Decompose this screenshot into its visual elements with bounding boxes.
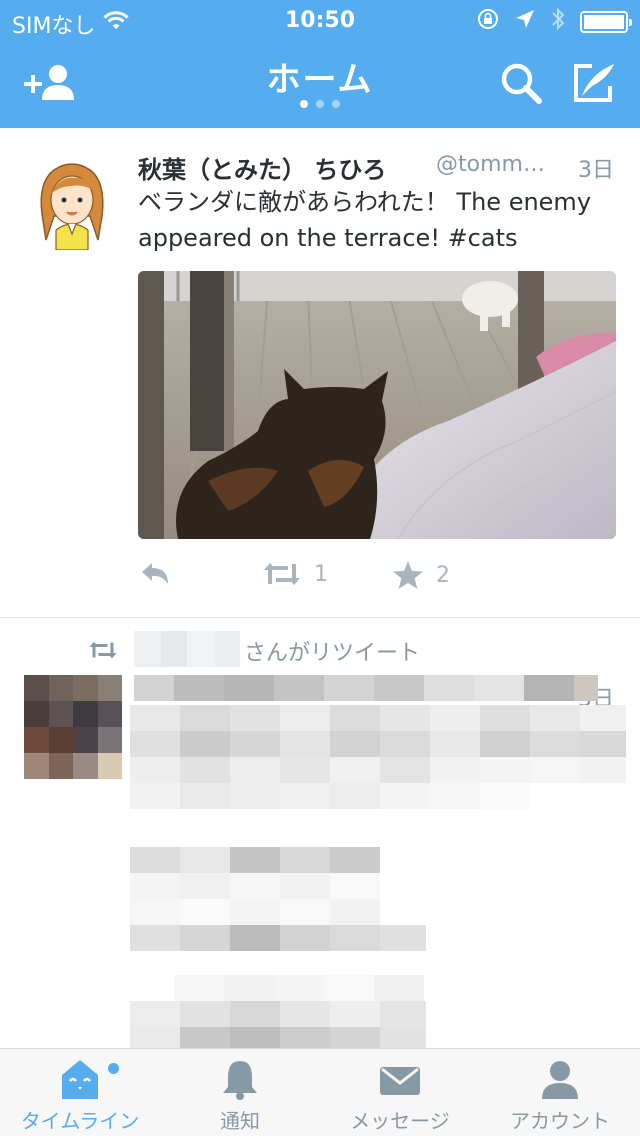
retweet-button[interactable]: 1 bbox=[262, 560, 328, 588]
retweet-icon bbox=[264, 563, 300, 585]
tab-label: 通知 bbox=[220, 1109, 260, 1133]
tweet-item[interactable]: 秋葉（とみた） ちひろ @tomm… 3日 ベランダに敵があらわれた！ The … bbox=[0, 128, 640, 618]
star-icon bbox=[393, 561, 423, 589]
battery-icon bbox=[580, 11, 632, 33]
bell-icon bbox=[160, 1057, 320, 1101]
tweet-actions: 1 2 bbox=[138, 560, 618, 600]
tab-messages[interactable]: メッセージ bbox=[320, 1049, 480, 1136]
app-header: SIMなし 10:50 ホーム bbox=[0, 0, 640, 128]
tab-bar: タイムライン 通知 メッセージ アカウント bbox=[0, 1048, 640, 1136]
status-right bbox=[476, 6, 632, 38]
envelope-icon bbox=[320, 1057, 480, 1101]
tweet-photo[interactable] bbox=[138, 271, 616, 539]
unread-badge bbox=[108, 1063, 119, 1074]
page-dot bbox=[316, 100, 324, 108]
tab-label: アカウント bbox=[510, 1109, 610, 1133]
tweet-item[interactable]: さんがリツイート 3日 bbox=[0, 619, 640, 1049]
tab-notifications[interactable]: 通知 bbox=[160, 1049, 320, 1136]
location-icon bbox=[514, 8, 536, 36]
page-dot bbox=[332, 100, 340, 108]
tab-label: タイムライン bbox=[20, 1109, 140, 1133]
status-bar: SIMなし 10:50 bbox=[0, 0, 640, 40]
retweet-label: さんがリツイート bbox=[244, 641, 421, 666]
avatar[interactable] bbox=[24, 154, 120, 251]
retweet-indicator-icon bbox=[88, 639, 118, 665]
tweet-author-handle[interactable]: @tomm… bbox=[436, 152, 560, 177]
person-icon bbox=[480, 1057, 640, 1101]
favorite-count: 2 bbox=[436, 562, 450, 588]
search-icon bbox=[501, 63, 542, 104]
retweet-count: 1 bbox=[314, 561, 328, 587]
tweet-text: ベランダに敵があらわれた！ The enemy appeared on the … bbox=[138, 188, 592, 252]
avatar-redacted[interactable] bbox=[24, 675, 122, 779]
tab-label: メッセージ bbox=[350, 1109, 450, 1133]
tab-account[interactable]: アカウント bbox=[480, 1049, 640, 1136]
compose-icon bbox=[574, 64, 614, 102]
retweeter-name-redacted bbox=[134, 631, 240, 667]
home-icon bbox=[0, 1057, 160, 1101]
tweet-timestamp: 3日 bbox=[578, 158, 614, 183]
search-button[interactable] bbox=[494, 56, 554, 112]
rotation-lock-icon bbox=[476, 7, 500, 37]
compose-button[interactable] bbox=[568, 56, 628, 112]
reply-icon bbox=[142, 563, 168, 584]
page-dot bbox=[300, 100, 308, 108]
tab-timeline[interactable]: タイムライン bbox=[0, 1049, 160, 1136]
nav-bar: ホーム bbox=[0, 40, 640, 128]
favorite-button[interactable]: 2 bbox=[392, 560, 450, 590]
bluetooth-icon bbox=[550, 6, 566, 38]
tweet-author-name[interactable]: 秋葉（とみた） ちひろ bbox=[138, 150, 386, 185]
reply-button[interactable] bbox=[138, 560, 172, 588]
